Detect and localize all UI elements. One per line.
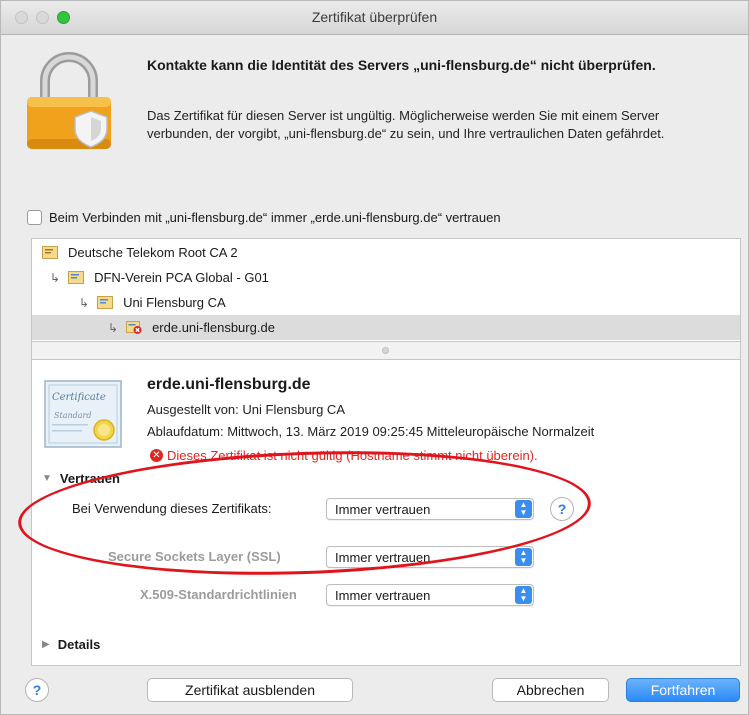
continue-button[interactable]: Fortfahren: [626, 678, 740, 702]
hierarchy-arrow-icon: ↳: [79, 295, 90, 310]
chain-item-server[interactable]: ↳ erde.uni-flensburg.de: [32, 315, 740, 340]
when-using-label: Bei Verwendung dieses Zertifikats:: [72, 501, 272, 516]
certificate-name: erde.uni-flensburg.de: [147, 376, 311, 393]
cancel-button[interactable]: Abbrechen: [492, 678, 609, 702]
certificate-icon: [97, 296, 114, 309]
details-section-toggle[interactable]: ▶ Details: [42, 637, 100, 652]
certificate-issuer: Ausgestellt von: Uni Flensburg CA: [147, 402, 345, 417]
chain-item-label: Deutsche Telekom Root CA 2: [68, 245, 238, 260]
ssl-label: Secure Sockets Layer (SSL): [108, 549, 281, 564]
trust-section-label: Vertrauen: [59, 471, 120, 486]
x509-label: X.509-Standardrichtlinien: [140, 587, 297, 602]
certificate-dialog: Zertifikat überprüfen Kontakte kann die …: [0, 0, 749, 715]
warning-headline: Kontakte kann die Identität des Servers …: [147, 57, 656, 73]
divider-handle-icon[interactable]: [382, 347, 389, 354]
warning-description: Das Zertifikat für diesen Server ist ung…: [147, 108, 665, 141]
certificate-error-icon: [126, 321, 142, 334]
certificate-detail-panel: Certificate Standard erde.uni-flensburg.…: [31, 359, 741, 666]
title-bar[interactable]: Zertifikat überprüfen: [1, 1, 748, 35]
chain-item-label: erde.uni-flensburg.de: [152, 320, 275, 335]
badge-text-line: Standard: [54, 411, 91, 420]
x509-popup[interactable]: Immer vertrauen ▲ ▼: [326, 584, 534, 606]
error-text: Dieses Zertifikat ist nicht gültig (Host…: [167, 448, 538, 463]
disclosure-closed-icon: ▶: [42, 639, 50, 650]
always-trust-row[interactable]: Beim Verbinden mit „uni-flensburg.de“ im…: [27, 210, 501, 225]
window-title: Zertifikat überprüfen: [311, 9, 438, 25]
help-button[interactable]: ?: [25, 678, 49, 702]
popup-value: Immer vertrauen: [335, 549, 431, 565]
disclosure-open-icon: ▼: [42, 473, 52, 484]
chain-item-label: DFN-Verein PCA Global - G01: [94, 270, 269, 285]
always-trust-checkbox[interactable]: [27, 210, 42, 225]
always-trust-label: Beim Verbinden mit „uni-flensburg.de“ im…: [49, 210, 501, 225]
when-using-popup[interactable]: Immer vertrauen ▲ ▼: [326, 498, 534, 520]
chain-item-label: Uni Flensburg CA: [123, 295, 226, 310]
split-view-divider[interactable]: [31, 342, 741, 359]
hide-certificate-button[interactable]: Zertifikat ausblenden: [147, 678, 353, 702]
error-icon: ✕: [150, 449, 163, 462]
certificate-chain-list: Deutsche Telekom Root CA 2 ↳ DFN-Verein …: [31, 238, 741, 342]
hierarchy-arrow-icon: ↳: [108, 320, 119, 335]
padlock-icon: [27, 52, 111, 149]
badge-text-line: Certificate: [52, 392, 106, 403]
popup-stepper-icon: ▲ ▼: [515, 586, 532, 604]
trust-help-button[interactable]: ?: [550, 497, 574, 521]
popup-value: Immer vertrauen: [335, 587, 431, 603]
certificate-expiry: Ablaufdatum: Mittwoch, 13. März 2019 09:…: [147, 424, 595, 439]
chain-item-uni-ca[interactable]: ↳ Uni Flensburg CA: [32, 290, 740, 315]
chain-item-intermediate[interactable]: ↳ DFN-Verein PCA Global - G01: [32, 265, 740, 290]
hierarchy-arrow-icon: ↳: [50, 270, 61, 285]
certificate-icon: [42, 246, 58, 259]
popup-stepper-icon: ▲ ▼: [515, 548, 532, 566]
details-section-label: Details: [57, 637, 101, 652]
certificate-icon: [68, 271, 85, 284]
popup-value: Immer vertrauen: [335, 501, 431, 517]
chain-item-root[interactable]: Deutsche Telekom Root CA 2: [32, 240, 740, 265]
certificate-error-message: ✕ Dieses Zertifikat ist nicht gültig (Ho…: [150, 448, 538, 463]
ssl-popup[interactable]: Immer vertrauen ▲ ▼: [326, 546, 534, 568]
popup-stepper-icon: ▲ ▼: [515, 500, 532, 518]
certificate-badge-icon: Certificate Standard: [44, 380, 122, 448]
trust-section-toggle[interactable]: ▼ Vertrauen: [42, 471, 120, 486]
